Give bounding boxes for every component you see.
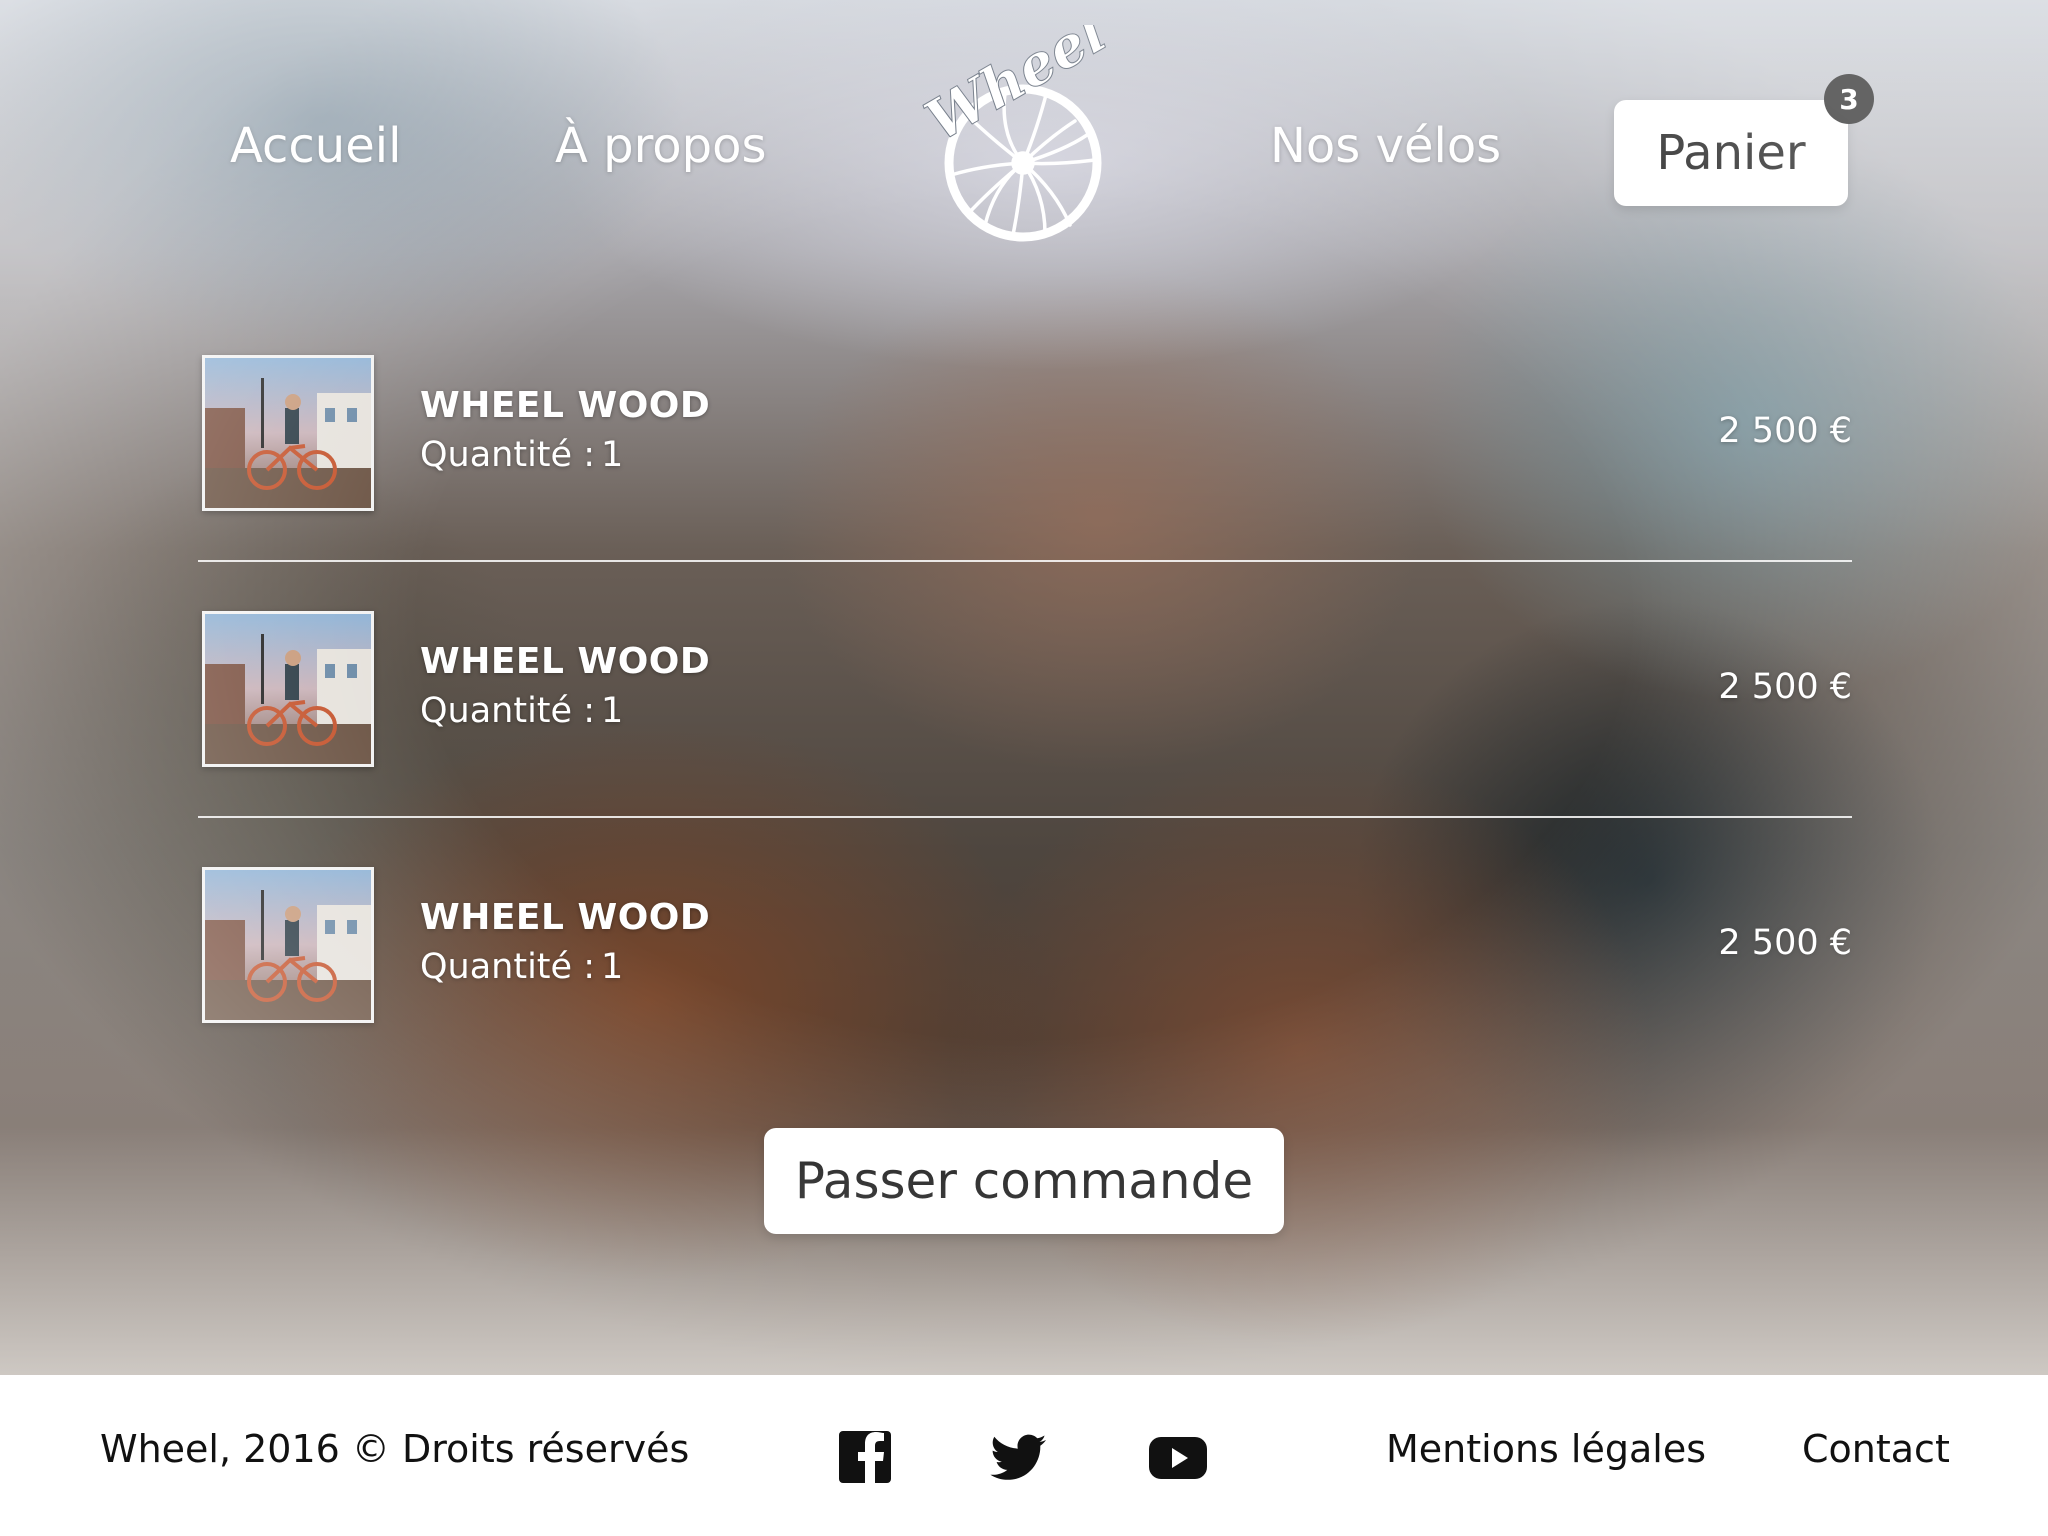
product-name: WHEEL WOOD — [420, 641, 711, 682]
product-quantity: Quantité :1 — [420, 947, 623, 987]
twitter-icon[interactable] — [988, 1425, 1052, 1489]
cart-item: WHEEL WOOD Quantité :1 2 500 € — [198, 611, 1852, 781]
cart-button[interactable]: Panier — [1614, 100, 1848, 206]
place-order-button[interactable]: Passer commande — [764, 1128, 1284, 1234]
product-price: 2 500 € — [1718, 411, 1852, 451]
nav-about-link[interactable]: À propos — [555, 118, 766, 174]
place-order-label: Passer commande — [794, 1152, 1254, 1210]
nav-bikes-link[interactable]: Nos vélos — [1270, 118, 1501, 174]
row-divider — [198, 816, 1852, 818]
product-quantity: Quantité :1 — [420, 691, 623, 731]
product-name: WHEEL WOOD — [420, 385, 711, 426]
quantity-value: 1 — [600, 691, 624, 731]
youtube-icon[interactable] — [1145, 1425, 1209, 1489]
facebook-icon[interactable] — [833, 1425, 897, 1489]
quantity-value: 1 — [600, 947, 624, 987]
quantity-label: Quantité : — [420, 947, 595, 987]
legal-notice-link[interactable]: Mentions légales — [1386, 1427, 1706, 1471]
cart-button-label: Panier — [1656, 125, 1806, 181]
product-price: 2 500 € — [1718, 667, 1852, 707]
cart-item: WHEEL WOOD Quantité :1 2 500 € — [198, 867, 1852, 1037]
wheel-logo[interactable]: Wheel — [905, 25, 1115, 245]
quantity-label: Quantité : — [420, 435, 595, 475]
quantity-value: 1 — [600, 435, 624, 475]
product-quantity: Quantité :1 — [420, 435, 623, 475]
footer: Wheel, 2016 © Droits réservés Mentions l… — [0, 1375, 2048, 1536]
product-price: 2 500 € — [1718, 923, 1852, 963]
copyright-text: Wheel, 2016 © Droits réservés — [100, 1427, 690, 1471]
contact-link[interactable]: Contact — [1802, 1427, 1950, 1471]
cart-count-badge: 3 — [1824, 74, 1874, 124]
product-thumbnail[interactable] — [202, 355, 374, 511]
row-divider — [198, 560, 1852, 562]
cart-item: WHEEL WOOD Quantité :1 2 500 € — [198, 355, 1852, 525]
nav-home-link[interactable]: Accueil — [230, 118, 401, 174]
hero-background: Accueil À propos Wheel Nos vélos Panier … — [0, 0, 2048, 1375]
quantity-label: Quantité : — [420, 691, 595, 731]
product-thumbnail[interactable] — [202, 611, 374, 767]
product-thumbnail[interactable] — [202, 867, 374, 1023]
product-name: WHEEL WOOD — [420, 897, 711, 938]
